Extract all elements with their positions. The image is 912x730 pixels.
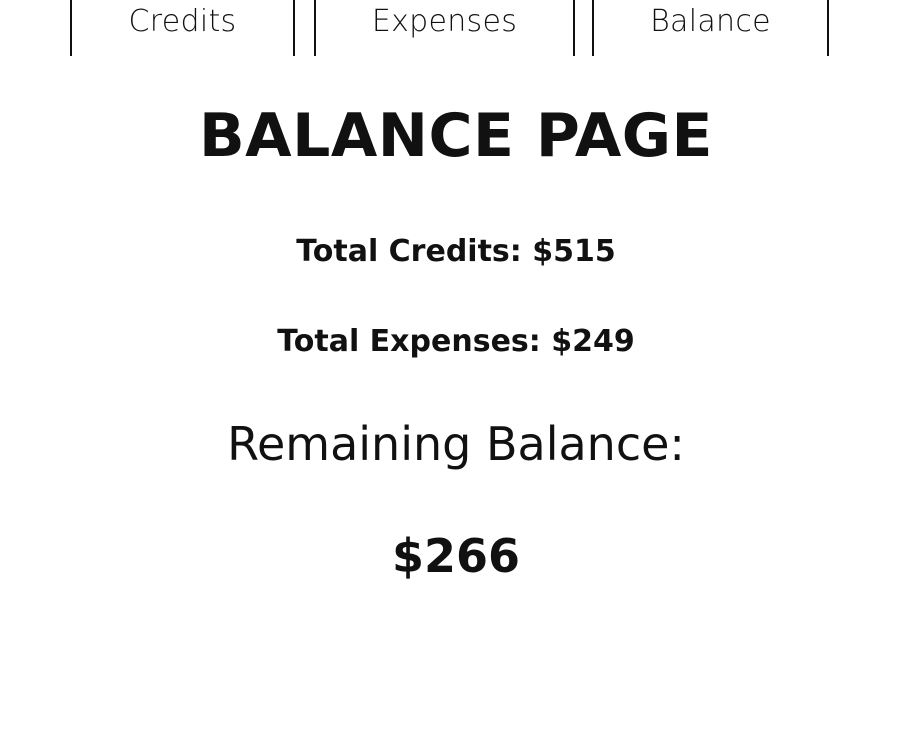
tab-credits[interactable]: Credits — [70, 0, 295, 56]
page-title: BALANCE PAGE — [198, 101, 714, 171]
tab-expenses-label: Expenses — [371, 4, 518, 39]
top-navigation: Credits Expenses Balance — [0, 0, 912, 56]
remaining-balance-label: Remaining Balance: — [227, 417, 685, 471]
tab-credits-label: Credits — [128, 4, 237, 39]
remaining-balance-value: $266 — [391, 529, 521, 583]
total-credits-text: Total Credits: $515 — [296, 234, 616, 269]
tab-expenses[interactable]: Expenses — [314, 0, 575, 56]
total-expenses-text: Total Expenses: $249 — [277, 324, 635, 359]
tab-balance-label: Balance — [650, 4, 771, 39]
tab-balance[interactable]: Balance — [592, 0, 829, 56]
